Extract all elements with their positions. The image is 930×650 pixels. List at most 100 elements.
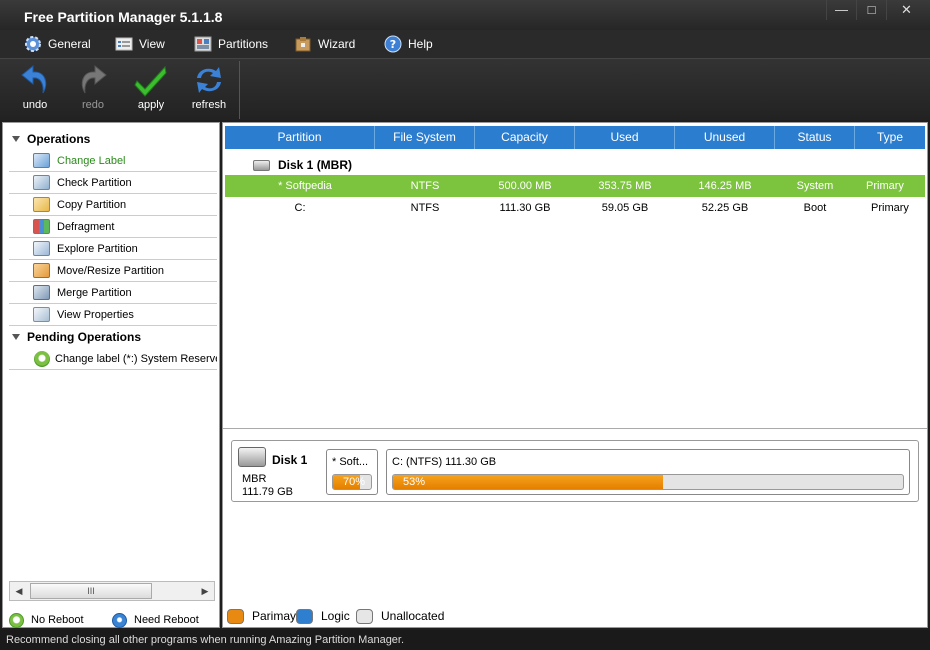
- view-properties-icon: [33, 307, 50, 322]
- col-status[interactable]: Status: [775, 126, 855, 149]
- copy-partition-icon: [33, 197, 50, 212]
- partition-usage-percent: 70%: [343, 476, 366, 488]
- cell-partition: * Softpedia: [278, 180, 332, 192]
- col-type[interactable]: Type: [855, 126, 925, 149]
- op-change-label[interactable]: Change Label: [9, 150, 217, 172]
- table-row[interactable]: * Softpedia NTFS 500.00 MB 353.75 MB 146…: [225, 175, 925, 197]
- scroll-left-arrow[interactable]: ◀: [10, 582, 28, 600]
- no-reboot-label: No Reboot: [31, 614, 84, 626]
- op-view-properties[interactable]: View Properties: [9, 304, 217, 326]
- disk-map: Disk 1 MBR 111.79 GB * Soft... 70% C: (N…: [231, 440, 919, 502]
- undo-icon: [21, 64, 47, 94]
- view-icon: [115, 37, 133, 51]
- pending-item-label: Change label (*:) System Reserved: [55, 353, 217, 365]
- legend-primary: Parimay: [227, 607, 296, 625]
- apply-button[interactable]: apply: [125, 63, 177, 117]
- partition-block-system[interactable]: * Soft... 70%: [326, 449, 378, 495]
- scroll-thumb[interactable]: III: [30, 583, 152, 599]
- menu-partitions-label: Partitions: [218, 37, 269, 51]
- menu-wizard[interactable]: Wizard: [294, 33, 355, 55]
- op-merge-partition-text: Merge Partition: [57, 287, 132, 299]
- maximize-button[interactable]: □: [856, 0, 886, 20]
- refresh-button[interactable]: refresh: [183, 63, 235, 117]
- unallocated-swatch: [356, 608, 373, 624]
- op-merge-partition[interactable]: Merge Partition: [9, 282, 217, 304]
- disk-group-label: Disk 1 (MBR): [278, 158, 353, 172]
- redo-label: redo: [81, 99, 105, 111]
- pending-operations-header[interactable]: Pending Operations: [3, 327, 217, 347]
- gear-icon: [25, 36, 41, 52]
- op-check-partition-text: Check Partition: [57, 177, 132, 189]
- op-copy-partition-text: Copy Partition: [57, 199, 127, 211]
- col-used[interactable]: Used: [575, 126, 675, 149]
- help-icon: ?: [384, 35, 402, 53]
- menu-wizard-label: Wizard: [318, 37, 356, 51]
- op-check-partition[interactable]: Check Partition: [9, 172, 217, 194]
- col-partition[interactable]: Partition: [225, 126, 375, 149]
- pending-header-label: Pending Operations: [27, 330, 142, 344]
- pending-item[interactable]: Change label (*:) System Reserved: [9, 348, 217, 370]
- checkmark-icon: [134, 65, 167, 97]
- op-defragment[interactable]: Defragment: [9, 216, 217, 238]
- menu-partitions[interactable]: Partitions: [194, 33, 268, 55]
- menu-general-label: General: [48, 37, 91, 51]
- col-unused[interactable]: Unused: [675, 126, 775, 149]
- close-button[interactable]: ✕: [886, 0, 926, 20]
- minimize-button[interactable]: —: [826, 0, 856, 20]
- disk-icon: [253, 159, 270, 171]
- toolbar: undo redo apply refresh: [0, 58, 930, 120]
- op-view-properties-text: View Properties: [57, 309, 134, 321]
- svg-text:?: ?: [390, 38, 396, 51]
- col-file-system[interactable]: File System: [375, 126, 475, 149]
- legend-logic: Logic: [296, 607, 350, 625]
- cell-used: 353.75 MB: [598, 180, 652, 192]
- undo-button[interactable]: undo: [9, 63, 61, 117]
- disk-map-size: 111.79 GB: [242, 486, 293, 498]
- menu-help-label: Help: [408, 37, 433, 51]
- horizontal-scrollbar[interactable]: ◀ III ▶: [9, 581, 215, 601]
- legend-logic-label: Logic: [321, 609, 350, 623]
- partition-usage-bar: 53%: [392, 474, 904, 490]
- cell-type: Primary: [866, 180, 904, 192]
- operations-panel: Operations Change Label Check Partition …: [2, 122, 220, 628]
- op-explore-partition-text: Explore Partition: [57, 243, 138, 255]
- redo-button[interactable]: redo: [67, 63, 119, 117]
- explore-partition-icon: [33, 241, 50, 256]
- defragment-icon: [33, 219, 50, 234]
- menu-bar: General View Partitions Wizard ? Help: [0, 30, 930, 58]
- cell-capacity: 500.00 MB: [498, 180, 552, 192]
- cell-status: System: [796, 180, 834, 192]
- primary-swatch: [227, 608, 244, 624]
- menu-help[interactable]: ? Help: [384, 33, 433, 55]
- legend-primary-label: Parimay: [252, 609, 297, 623]
- operations-header[interactable]: Operations: [3, 129, 217, 149]
- menu-general[interactable]: General: [24, 33, 91, 55]
- op-move-resize-text: Move/Resize Partition: [57, 265, 164, 277]
- need-reboot-icon: [112, 612, 127, 628]
- op-copy-partition[interactable]: Copy Partition: [9, 194, 217, 216]
- op-move-resize-partition[interactable]: Move/Resize Partition: [9, 260, 217, 282]
- refresh-icon: [197, 67, 221, 93]
- cell-used: 59.05 GB: [601, 202, 649, 214]
- window-title: Free Partition Manager 5.1.1.8: [24, 9, 223, 25]
- cell-unused: 52.25 GB: [701, 202, 749, 214]
- operations-header-label: Operations: [27, 132, 91, 146]
- col-capacity[interactable]: Capacity: [475, 126, 575, 149]
- change-label-icon: [33, 153, 50, 168]
- partition-usage-percent: 53%: [403, 476, 426, 488]
- menu-view[interactable]: View: [115, 33, 165, 55]
- collapse-triangle-icon: [12, 136, 20, 142]
- table-header: Partition File System Capacity Used Unus…: [225, 126, 925, 149]
- disk-map-title: Disk 1: [272, 453, 308, 467]
- title-bar: Free Partition Manager 5.1.1.8 — □ ✕: [0, 0, 930, 30]
- legend-unallocated: Unallocated: [356, 607, 444, 625]
- wizard-icon: [295, 37, 311, 52]
- partition-block-c[interactable]: C: (NTFS) 111.30 GB 53%: [386, 449, 910, 495]
- op-explore-partition[interactable]: Explore Partition: [9, 238, 217, 260]
- disk-group-row[interactable]: Disk 1 (MBR): [253, 156, 352, 174]
- table-row[interactable]: C: NTFS 111.30 GB 59.05 GB 52.25 GB Boot…: [225, 197, 925, 219]
- cell-type: Primary: [871, 202, 909, 214]
- scroll-right-arrow[interactable]: ▶: [196, 582, 214, 600]
- status-bar: Recommend closing all other programs whe…: [0, 630, 930, 650]
- cell-file-system: NTFS: [410, 202, 440, 214]
